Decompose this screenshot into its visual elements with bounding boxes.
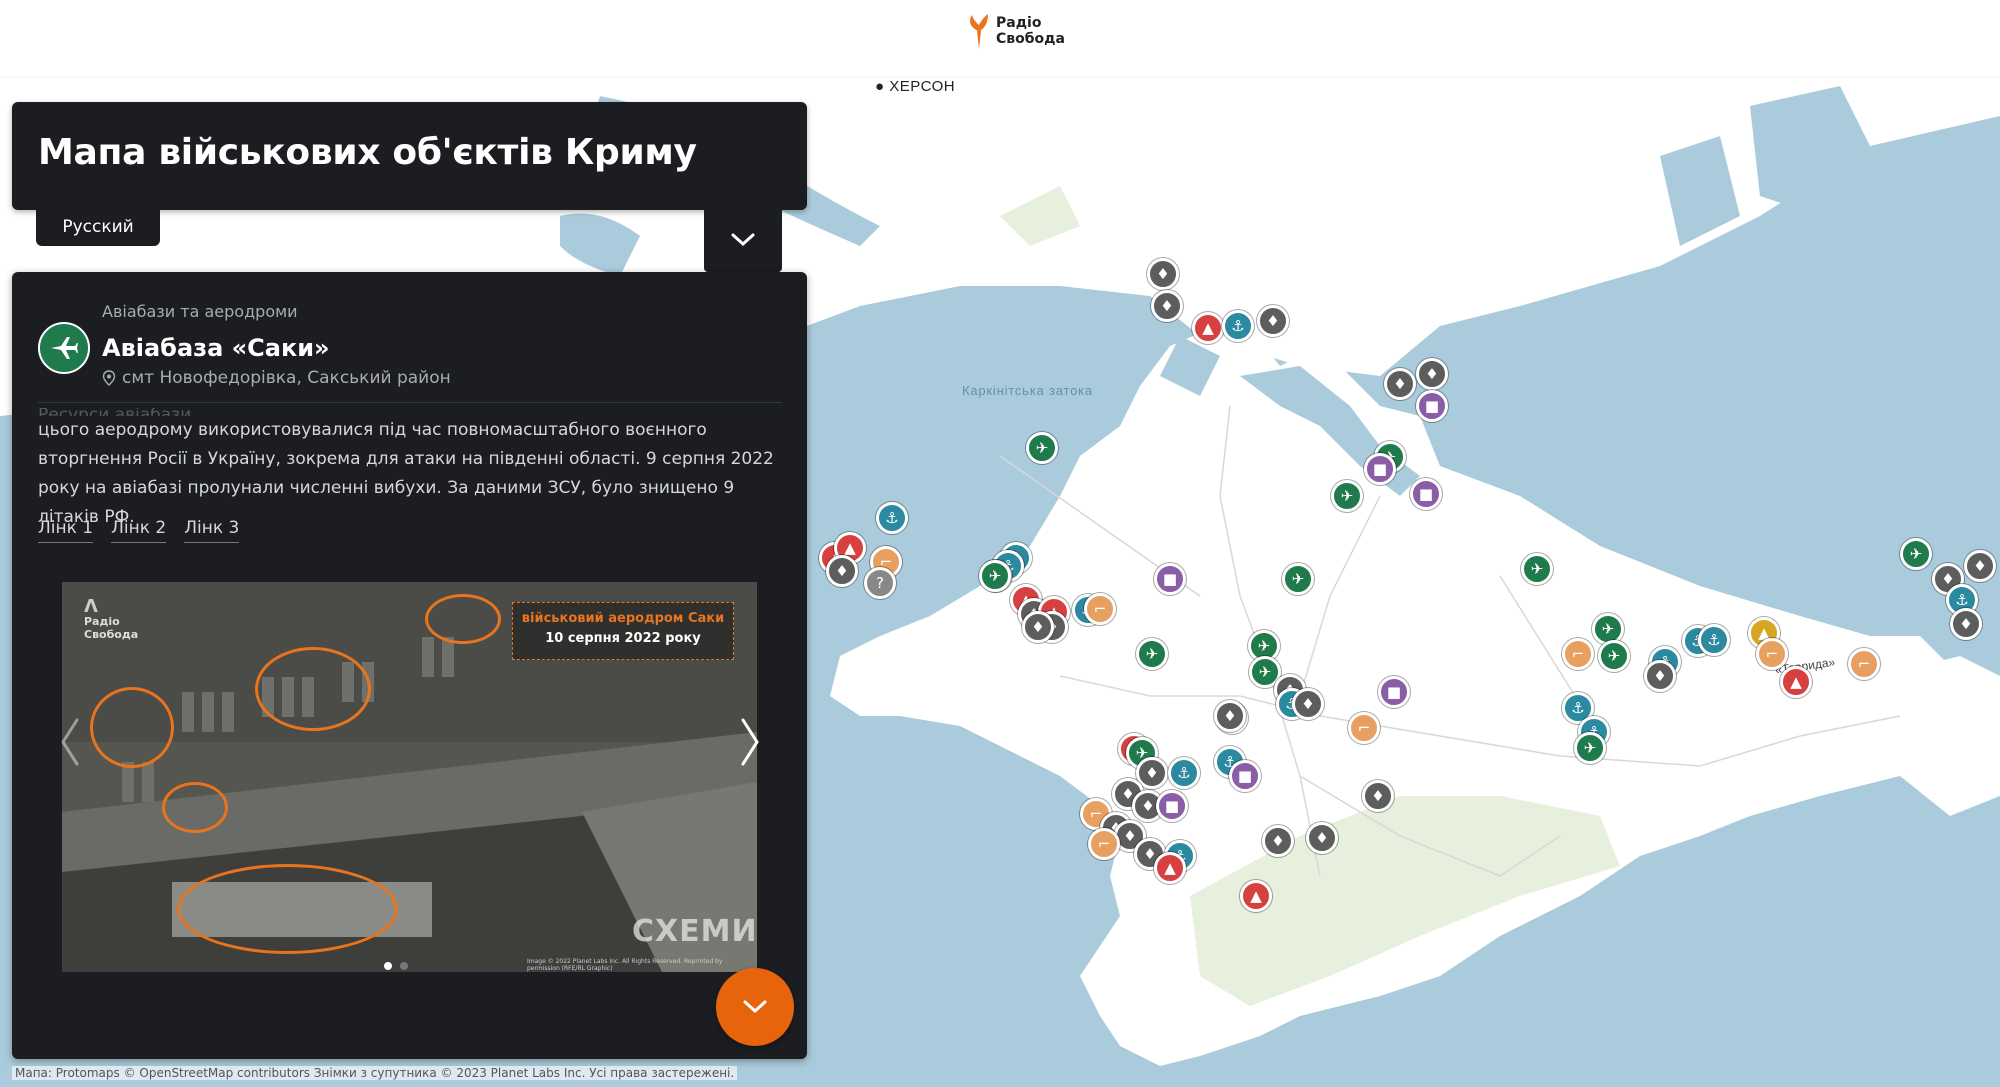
military-hq-marker[interactable]: ♦ — [1262, 825, 1294, 857]
weapons-marker[interactable]: ⌐ — [1562, 638, 1594, 670]
naval-base-marker[interactable]: ⚓ — [1698, 624, 1730, 656]
storage-marker[interactable]: ■ — [1410, 478, 1442, 510]
torch-icon — [970, 14, 988, 49]
storage-marker[interactable]: ■ — [1156, 790, 1188, 822]
military-hq-marker[interactable]: ♦ — [1306, 822, 1338, 854]
source-links: Лінк 1 Лінк 2 Лінк 3 — [38, 518, 240, 543]
caption-line1: військовий аеродром Саки — [521, 611, 725, 626]
airbase-marker[interactable]: ✈ — [1521, 553, 1553, 585]
image-credit: Image © 2022 Planet Labs Inc. All Rights… — [527, 958, 723, 972]
damage-highlight-circle — [177, 864, 398, 954]
link-2[interactable]: Лінк 2 — [111, 518, 167, 543]
missile-marker[interactable]: ▲ — [1240, 880, 1272, 912]
airbase-category-icon — [38, 322, 90, 374]
caption-line2: 10 серпня 2022 року — [545, 631, 701, 646]
unknown-marker[interactable]: ? — [864, 567, 896, 599]
damage-highlight-circle — [162, 782, 228, 833]
military-hq-marker[interactable]: ♦ — [1214, 700, 1246, 732]
next-slide-button[interactable] — [730, 712, 770, 772]
place-description[interactable]: Ресурси авіабази … цього аеродрому викор… — [38, 408, 782, 532]
chevron-down-icon — [731, 233, 755, 247]
airbase-marker[interactable]: ✈ — [1282, 563, 1314, 595]
place-title: Авіабаза «Саки» — [102, 334, 330, 362]
collapse-button[interactable] — [704, 208, 782, 272]
watermark-line1: Радіо — [84, 615, 120, 628]
bay-label: Каркінітська затока — [962, 383, 1093, 398]
storage-marker[interactable]: ■ — [1229, 760, 1261, 792]
military-hq-marker[interactable]: ♦ — [1384, 368, 1416, 400]
location-pin-icon — [102, 370, 116, 386]
missile-marker[interactable]: ▲ — [1780, 666, 1812, 698]
airbase-marker[interactable]: ✈ — [1026, 432, 1058, 464]
airbase-marker[interactable]: ✈ — [1598, 640, 1630, 672]
place-location: смт Новофедорівка, Сакський район — [102, 368, 451, 388]
military-hq-marker[interactable]: ♦ — [1022, 611, 1054, 643]
description-text: цього аеродрому використовувалися під ча… — [38, 420, 774, 527]
language-switch-button[interactable]: Русский — [36, 208, 160, 246]
military-hq-marker[interactable]: ♦ — [1416, 358, 1448, 390]
divider — [38, 402, 782, 403]
slide-dot-active[interactable] — [384, 962, 392, 970]
place-info-panel: Авіабази та аеродроми Авіабаза «Саки» см… — [12, 272, 807, 1059]
airbase-marker[interactable]: ✈ — [1331, 480, 1363, 512]
watermark-logo: ⴷ Радіо Свобода — [84, 596, 139, 642]
schemy-watermark: СХЕМИ — [632, 914, 757, 949]
military-hq-marker[interactable]: ♦ — [1257, 305, 1289, 337]
weapons-marker[interactable]: ⌐ — [1088, 828, 1120, 860]
naval-base-marker[interactable]: ⚓ — [1222, 310, 1254, 342]
title-card: Мапа військових об'єктів Криму — [12, 102, 807, 210]
airbase-marker[interactable]: ✈ — [979, 560, 1011, 592]
weapons-marker[interactable]: ⌐ — [1848, 648, 1880, 680]
slide-dot[interactable] — [400, 962, 408, 970]
storage-marker[interactable]: ■ — [1154, 563, 1186, 595]
city-label-kherson: ● ХЕРСОН — [875, 78, 956, 95]
naval-base-marker[interactable]: ⚓ — [1168, 757, 1200, 789]
slide-pagination — [384, 962, 408, 970]
military-hq-marker[interactable]: ♦ — [1644, 660, 1676, 692]
military-hq-marker[interactable]: ♦ — [1292, 688, 1324, 720]
image-caption: військовий аеродром Саки 10 серпня 2022 … — [512, 602, 734, 660]
page-title: Мапа військових об'єктів Криму — [38, 132, 697, 173]
storage-marker[interactable]: ■ — [1378, 676, 1410, 708]
map-attribution: Мапа: Protomaps © OpenStreetMap contribu… — [12, 1066, 738, 1080]
weapons-marker[interactable]: ⌐ — [1348, 712, 1380, 744]
damage-highlight-circle — [425, 594, 501, 644]
place-category: Авіабази та аеродроми — [102, 302, 298, 321]
weapons-marker[interactable]: ⌐ — [1756, 638, 1788, 670]
expand-panel-button[interactable] — [716, 968, 794, 1046]
storage-marker[interactable]: ■ — [1416, 390, 1448, 422]
description-cut-line: Ресурси авіабази … — [38, 408, 782, 416]
military-hq-marker[interactable]: ♦ — [1151, 290, 1183, 322]
military-hq-marker[interactable]: ♦ — [826, 555, 858, 587]
storage-marker[interactable]: ■ — [1364, 453, 1396, 485]
city-name: ХЕРСОН — [889, 78, 956, 95]
chevron-right-icon — [741, 718, 759, 766]
logo-line2: Свобода — [996, 31, 1065, 47]
airbase-marker[interactable]: ✈ — [1574, 732, 1606, 764]
military-hq-marker[interactable]: ♦ — [1362, 780, 1394, 812]
jet-icon — [51, 337, 78, 359]
military-hq-marker[interactable]: ♦ — [1147, 258, 1179, 290]
logo-line1: Радіо — [996, 15, 1042, 31]
link-1[interactable]: Лінк 1 — [38, 518, 94, 543]
military-hq-marker[interactable]: ♦ — [1964, 550, 1996, 582]
previous-slide-button[interactable] — [50, 712, 90, 772]
military-hq-marker[interactable]: ♦ — [1950, 608, 1982, 640]
chevron-down-icon — [743, 1000, 767, 1014]
missile-marker[interactable]: ▲ — [1154, 852, 1186, 884]
missile-marker[interactable]: ▲ — [1192, 312, 1224, 344]
damage-highlight-circle — [90, 687, 174, 768]
naval-base-marker[interactable]: ⚓ — [876, 502, 908, 534]
top-bar: Радіо Свобода — [0, 0, 2000, 76]
airbase-marker[interactable]: ✈ — [1900, 538, 1932, 570]
damage-highlight-circle — [255, 647, 371, 731]
chevron-left-icon — [61, 718, 79, 766]
selected-airbase-marker[interactable]: ✈ — [1136, 638, 1168, 670]
radio-svoboda-logo[interactable]: Радіо Свобода — [966, 13, 1065, 49]
place-location-text: смт Новофедорівка, Сакський район — [122, 368, 451, 388]
weapons-marker[interactable]: ⌐ — [1084, 593, 1116, 625]
watermark-line2: Свобода — [84, 628, 139, 641]
satellite-image-slide[interactable]: ⴷ Радіо Свобода військовий аеродром Саки… — [62, 582, 757, 972]
link-3[interactable]: Лінк 3 — [184, 518, 240, 543]
